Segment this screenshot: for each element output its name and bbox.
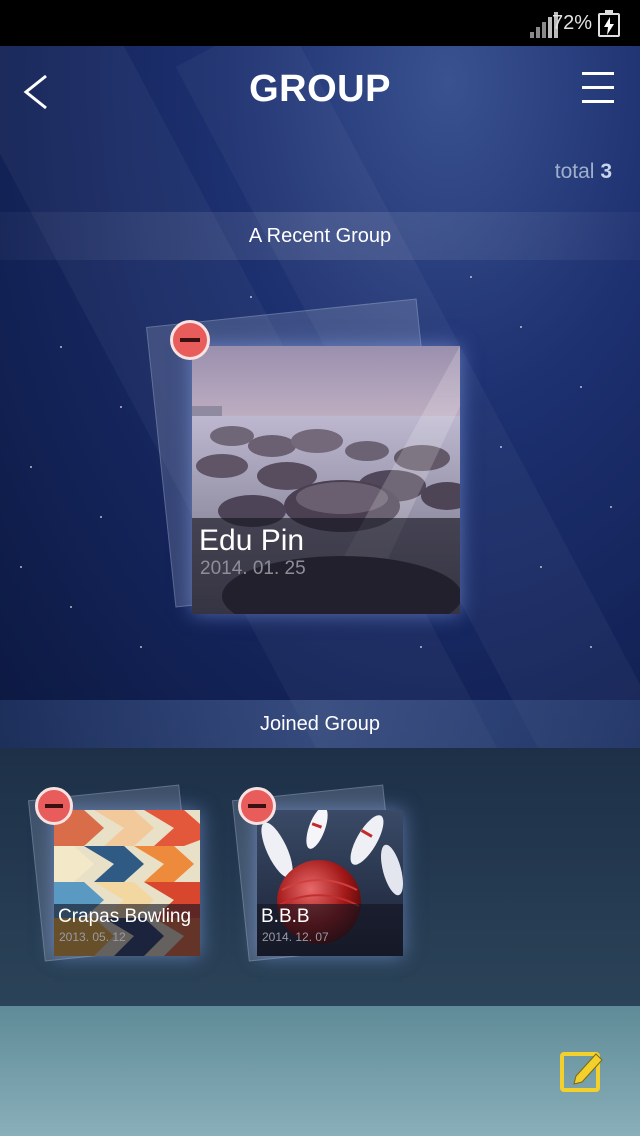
joined-group-caption: Crapas Bowling 2013. 05. 12 [54, 904, 200, 956]
total-label: total [554, 160, 595, 183]
remove-minus-icon[interactable] [170, 320, 210, 360]
joined-group-card-bbb[interactable]: B.B.B 2014. 12. 07 [257, 810, 403, 956]
page-title: GROUP [249, 68, 391, 110]
recent-group-name: Edu Pin [199, 524, 305, 557]
joined-group-header: Joined Group [0, 700, 640, 748]
joined-group-card-crapas-bowling[interactable]: Crapas Bowling 2013. 05. 12 [54, 810, 200, 956]
status-bar: 72% [0, 0, 640, 46]
remove-minus-icon[interactable] [35, 787, 73, 825]
recent-group-card[interactable]: Edu Pin 2014. 01. 25 [192, 346, 460, 614]
battery-percentage: 72% [551, 12, 592, 34]
joined-group-date: 2013. 05. 12 [59, 930, 126, 944]
joined-group-caption: B.B.B 2014. 12. 07 [257, 904, 403, 956]
edit-note-icon[interactable] [558, 1046, 606, 1094]
header: GROUP [0, 46, 640, 138]
hamburger-menu-icon[interactable] [582, 72, 614, 106]
battery-icon [598, 13, 620, 37]
joined-group-name: Crapas Bowling [58, 906, 192, 927]
total-count: total 3 [555, 160, 612, 184]
recent-group-header: A Recent Group [0, 212, 640, 260]
recent-group-date: 2014. 01. 25 [200, 558, 306, 579]
recent-group-caption: Edu Pin 2014. 01. 25 [192, 518, 460, 614]
remove-minus-icon[interactable] [238, 787, 276, 825]
footer-bar [0, 1006, 640, 1136]
total-value: 3 [600, 160, 612, 183]
joined-group-date: 2014. 12. 07 [262, 930, 329, 944]
joined-group-name: B.B.B [261, 906, 310, 927]
